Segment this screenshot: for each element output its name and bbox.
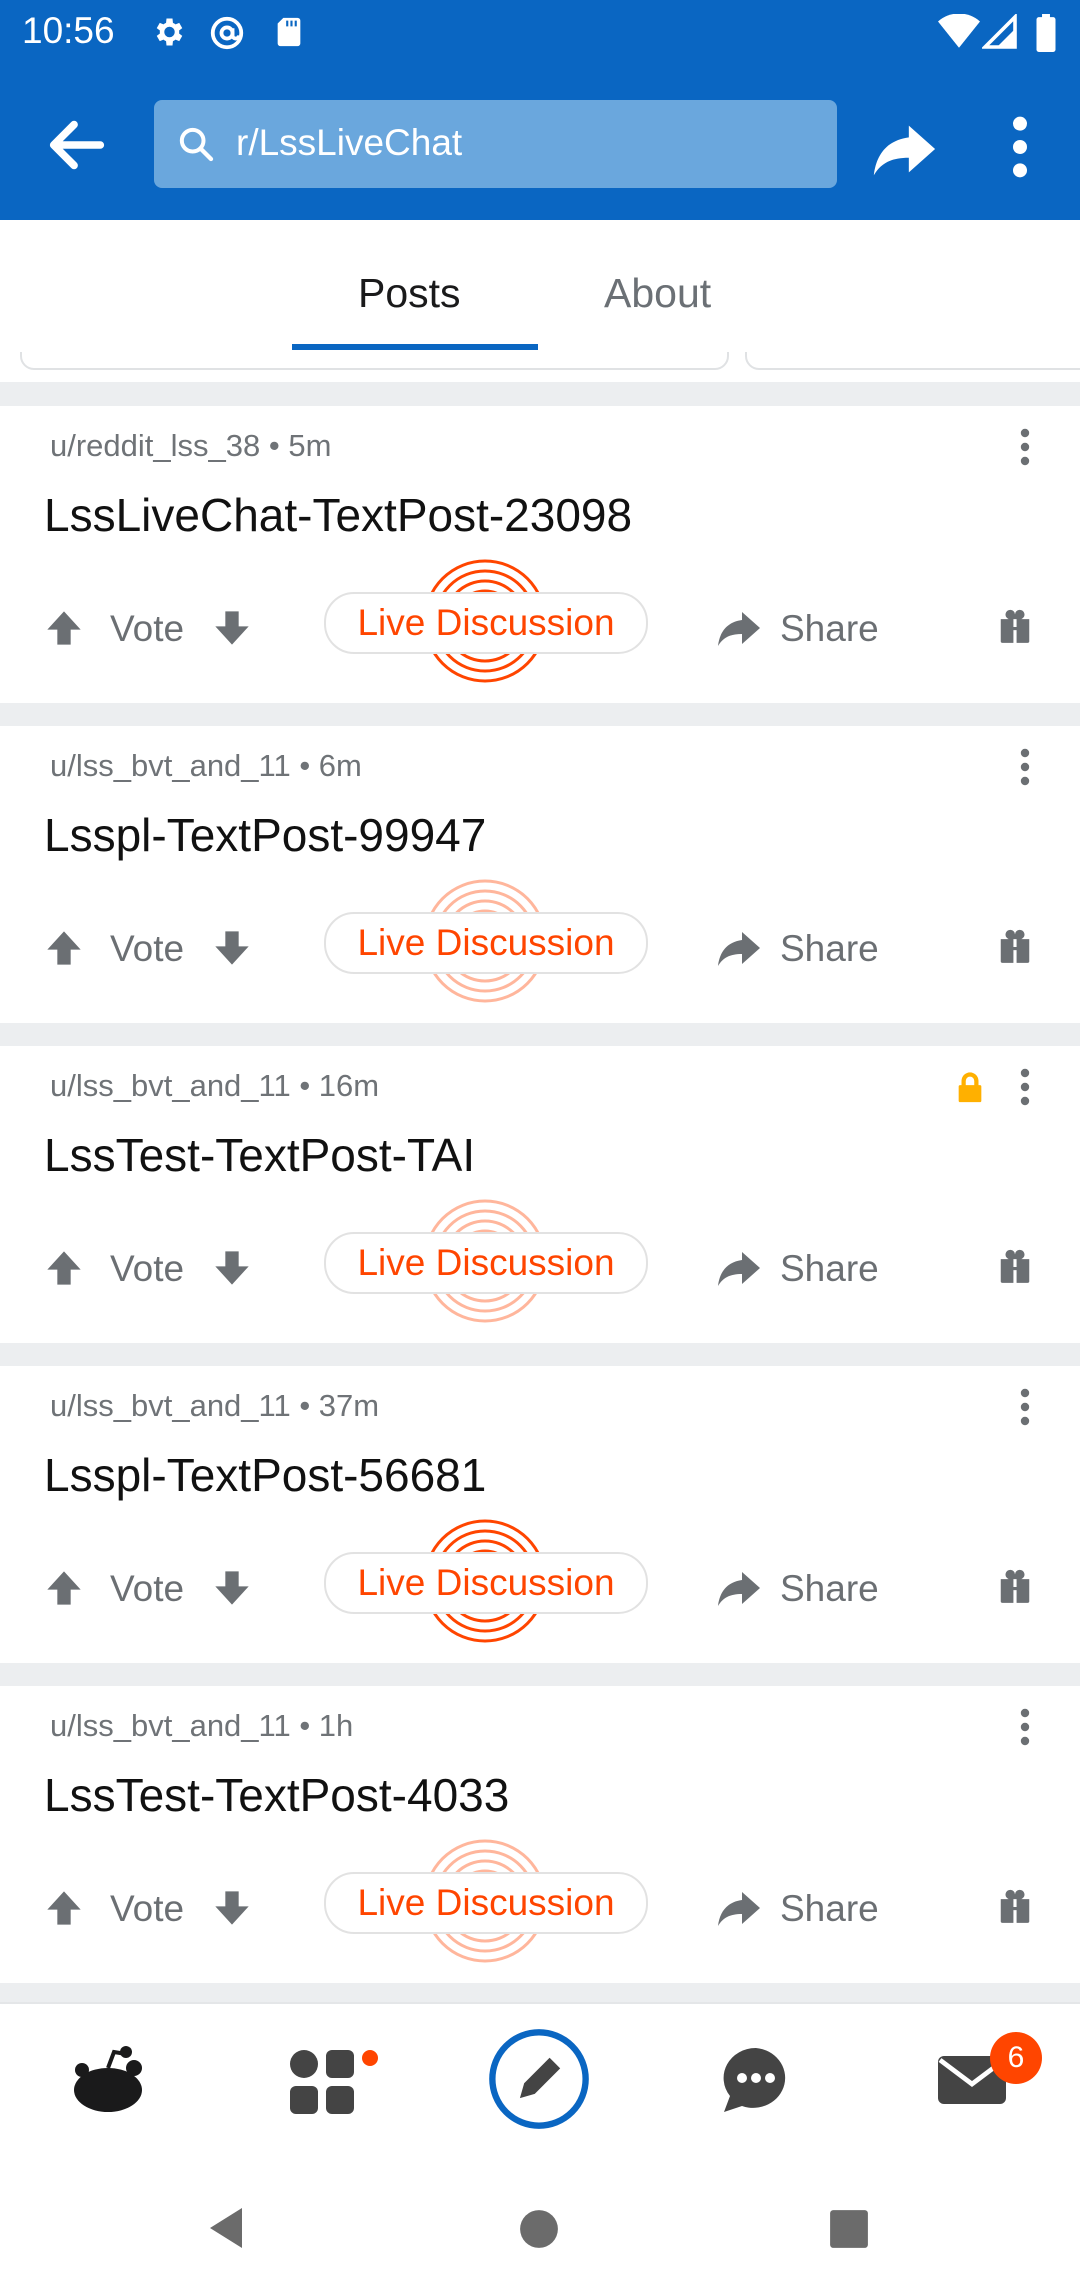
bottom-nav: 6 <box>0 2002 1080 2154</box>
vote-label: Vote <box>110 1888 185 1929</box>
post-card[interactable]: u/lss_bvt_and_11 • 37m Lsspl-TextPost-56… <box>0 1366 1080 1663</box>
system-recents-icon[interactable] <box>828 2208 870 2250</box>
tab-about[interactable]: About <box>604 270 711 317</box>
share-label[interactable]: Share <box>780 1888 879 1930</box>
post-card[interactable]: u/reddit_lss_38 • 5m LssLiveChat-TextPos… <box>0 406 1080 703</box>
lock-icon <box>958 1072 982 1103</box>
live-discussion-button[interactable]: Live Discussion <box>324 912 648 974</box>
status-time: 10:56 <box>22 10 115 51</box>
more-vert-icon[interactable] <box>1000 112 1040 182</box>
communities-icon[interactable] <box>284 2040 364 2120</box>
communities-badge-dot <box>362 2050 378 2066</box>
live-discussion-button[interactable]: Live Discussion <box>324 592 648 654</box>
post-more-icon[interactable] <box>1010 1066 1040 1108</box>
post-title[interactable]: LssLiveChat-TextPost-23098 <box>44 488 632 542</box>
downvote-icon[interactable] <box>212 1568 252 1608</box>
tab-indicator <box>292 344 538 350</box>
downvote-icon[interactable] <box>212 1888 252 1928</box>
post-card[interactable]: u/lss_bvt_and_11 • 6m Lsspl-TextPost-999… <box>0 726 1080 1023</box>
inbox-badge: 6 <box>990 2032 1042 2084</box>
signal-icon <box>982 14 1017 49</box>
status-bar: 10:56 <box>0 0 1080 66</box>
share-label[interactable]: Share <box>780 928 879 970</box>
upvote-icon[interactable] <box>44 1888 84 1928</box>
previous-card-peek <box>0 352 1080 382</box>
tab-bar: Posts About <box>0 220 1080 354</box>
award-gift-icon[interactable] <box>996 1248 1034 1286</box>
share-icon[interactable] <box>714 924 762 972</box>
settings-icon <box>156 18 183 46</box>
post-title[interactable]: LssTest-TextPost-4033 <box>44 1768 509 1822</box>
post-card[interactable]: u/lss_bvt_and_11 • 1h LssTest-TextPost-4… <box>0 1686 1080 1983</box>
share-label[interactable]: Share <box>780 1248 879 1290</box>
upvote-icon[interactable] <box>44 1568 84 1608</box>
post-card[interactable]: u/lss_bvt_and_11 • 16m LssTest-TextPost-… <box>0 1046 1080 1343</box>
award-gift-icon[interactable] <box>996 1888 1034 1926</box>
post-meta[interactable]: u/lss_bvt_and_11 • 1h <box>50 1708 353 1744</box>
share-label[interactable]: Share <box>780 608 879 650</box>
share-icon[interactable] <box>714 1884 762 1932</box>
award-gift-icon[interactable] <box>996 1568 1034 1606</box>
post-meta[interactable]: u/lss_bvt_and_11 • 16m <box>50 1068 379 1104</box>
back-arrow-icon[interactable] <box>42 110 112 180</box>
search-bar[interactable]: r/LssLiveChat <box>154 100 837 188</box>
vote-label: Vote <box>110 928 185 969</box>
chat-icon[interactable] <box>716 2040 796 2120</box>
share-label[interactable]: Share <box>780 1568 879 1610</box>
create-post-icon[interactable] <box>486 2026 592 2132</box>
post-more-icon[interactable] <box>1010 426 1040 468</box>
award-gift-icon[interactable] <box>996 608 1034 646</box>
downvote-icon[interactable] <box>212 1248 252 1288</box>
post-meta[interactable]: u/lss_bvt_and_11 • 37m <box>50 1388 379 1424</box>
at-sign-icon <box>210 16 244 50</box>
system-back-icon[interactable] <box>206 2206 246 2250</box>
post-meta[interactable]: u/lss_bvt_and_11 • 6m <box>50 748 362 784</box>
live-discussion-button[interactable]: Live Discussion <box>324 1232 648 1294</box>
share-icon[interactable] <box>714 1564 762 1612</box>
wifi-icon <box>938 14 980 48</box>
post-more-icon[interactable] <box>1010 1386 1040 1428</box>
downvote-icon[interactable] <box>212 928 252 968</box>
vote-label: Vote <box>110 608 185 649</box>
system-home-icon[interactable] <box>518 2208 560 2250</box>
upvote-icon[interactable] <box>44 1248 84 1288</box>
system-nav-bar <box>0 2152 1080 2280</box>
vote-label: Vote <box>110 1568 185 1609</box>
share-icon[interactable] <box>714 604 762 652</box>
post-feed[interactable]: u/reddit_lss_38 • 5m LssLiveChat-TextPos… <box>0 352 1080 2002</box>
search-icon <box>179 127 214 162</box>
battery-icon <box>1036 14 1056 52</box>
post-title[interactable]: Lsspl-TextPost-99947 <box>44 808 486 862</box>
post-title[interactable]: Lsspl-TextPost-56681 <box>44 1448 486 1502</box>
sd-card-icon <box>277 17 301 47</box>
post-title[interactable]: LssTest-TextPost-TAI <box>44 1128 475 1182</box>
home-snoo-icon[interactable] <box>68 2040 148 2120</box>
post-meta[interactable]: u/reddit_lss_38 • 5m <box>50 428 331 464</box>
live-discussion-button[interactable]: Live Discussion <box>324 1872 648 1934</box>
post-more-icon[interactable] <box>1010 1706 1040 1748</box>
vote-label: Vote <box>110 1248 185 1289</box>
upvote-icon[interactable] <box>44 928 84 968</box>
upvote-icon[interactable] <box>44 608 84 648</box>
share-icon[interactable] <box>714 1244 762 1292</box>
downvote-icon[interactable] <box>212 608 252 648</box>
live-discussion-button[interactable]: Live Discussion <box>324 1552 648 1614</box>
search-text: r/LssLiveChat <box>236 122 463 163</box>
tab-posts[interactable]: Posts <box>358 270 461 317</box>
app-bar: r/LssLiveChat <box>0 66 1080 220</box>
award-gift-icon[interactable] <box>996 928 1034 966</box>
post-more-icon[interactable] <box>1010 746 1040 788</box>
share-icon[interactable] <box>868 114 938 184</box>
